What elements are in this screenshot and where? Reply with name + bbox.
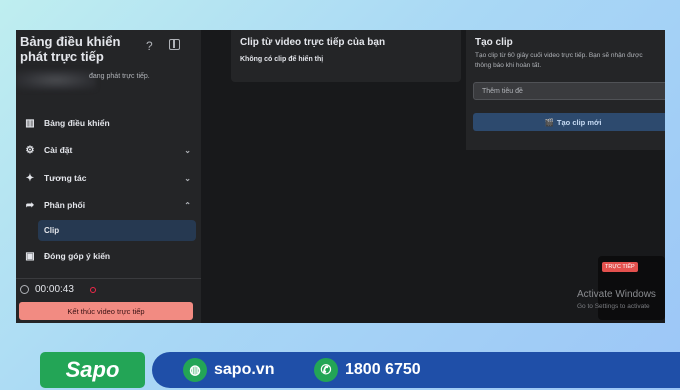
- sidebar-item-distribution[interactable]: ➦ Phân phối ⌃: [16, 194, 201, 216]
- sidebar-item-feedback[interactable]: ▣ Đóng góp ý kiến: [16, 245, 201, 267]
- chevron-down-icon: ⌄: [184, 145, 191, 155]
- sidebar-item-label: Cài đặt: [44, 145, 73, 155]
- live-preview[interactable]: TRỰC TIẾP: [598, 256, 665, 320]
- sapo-logo: Sapo: [40, 352, 145, 388]
- sidebar-item-dashboard[interactable]: ▥ Bảng điều khiển: [16, 112, 201, 134]
- phone-icon: ✆: [314, 358, 338, 382]
- sidebar-subitem-clip[interactable]: Clip: [38, 220, 196, 241]
- app-screen: Bảng điều khiển phát trực tiếp ? đang ph…: [16, 30, 665, 323]
- clock-icon: [20, 285, 29, 294]
- timer-value: 00:00:43: [35, 284, 74, 295]
- clips-card: Clip từ video trực tiếp của bạn Không có…: [231, 30, 461, 82]
- divider: [16, 278, 201, 279]
- stream-timer: 00:00:43: [20, 284, 96, 295]
- create-clip-button-label: Tạo clip mới: [556, 117, 602, 127]
- clips-empty-text: Không có clip để hiển thị: [240, 56, 324, 63]
- phone-text: 1800 6750: [345, 361, 421, 378]
- live-badge: TRỰC TIẾP: [602, 262, 638, 272]
- create-clip-title: Tạo clip: [475, 37, 513, 48]
- chevron-up-icon: ⌃: [184, 200, 191, 210]
- website-text: sapo.vn: [214, 361, 275, 378]
- dashboard-icon: ▥: [25, 117, 35, 129]
- stream-status-text: đang phát trực tiếp.: [89, 73, 150, 80]
- globe-icon: ◍: [183, 358, 207, 382]
- feedback-icon: ▣: [25, 250, 35, 262]
- sidebar-item-label: Phân phối: [44, 200, 86, 210]
- sidebar-item-label: Tương tác: [44, 173, 87, 183]
- activate-windows-subtitle: Go to Settings to activate: [577, 303, 650, 310]
- phone-contact: ✆ 1800 6750: [314, 352, 421, 388]
- create-clip-description-2: thông báo khi hoàn tất.: [475, 62, 542, 69]
- clip-icon: 🎬: [544, 117, 554, 127]
- end-live-button[interactable]: Kết thúc video trực tiếp: [19, 302, 193, 320]
- activate-windows-title: Activate Windows: [577, 289, 656, 300]
- collapse-sidebar-icon[interactable]: [169, 39, 180, 50]
- share-icon: ➦: [25, 199, 35, 211]
- sidebar: Bảng điều khiển phát trực tiếp ? đang ph…: [16, 30, 201, 323]
- create-clip-card: Tạo clip Tạo clip từ 60 giây cuối video …: [466, 30, 665, 150]
- chevron-down-icon: ⌄: [184, 173, 191, 183]
- website-contact: ◍ sapo.vn: [183, 352, 274, 388]
- sidebar-item-settings[interactable]: ⚙ Cài đặt ⌄: [16, 139, 201, 161]
- sidebar-item-label: Bảng điều khiển: [44, 118, 110, 128]
- gear-icon: ⚙: [25, 144, 35, 156]
- sidebar-item-interaction[interactable]: ✦ Tương tác ⌄: [16, 167, 201, 189]
- recording-icon: [89, 286, 96, 293]
- sidebar-title: Bảng điều khiển phát trực tiếp: [20, 34, 121, 64]
- sparkle-icon: ✦: [25, 172, 35, 184]
- sidebar-item-label: Đóng góp ý kiến: [44, 251, 111, 261]
- blurred-avatar: [16, 70, 96, 90]
- clip-title-input[interactable]: Thêm tiêu đề: [473, 82, 665, 100]
- clips-card-title: Clip từ video trực tiếp của bạn: [240, 37, 386, 48]
- create-clip-description-1: Tạo clip từ 60 giây cuối video trực tiếp…: [475, 52, 643, 59]
- create-clip-button[interactable]: 🎬 Tạo clip mới: [473, 113, 665, 131]
- help-icon[interactable]: ?: [146, 39, 153, 53]
